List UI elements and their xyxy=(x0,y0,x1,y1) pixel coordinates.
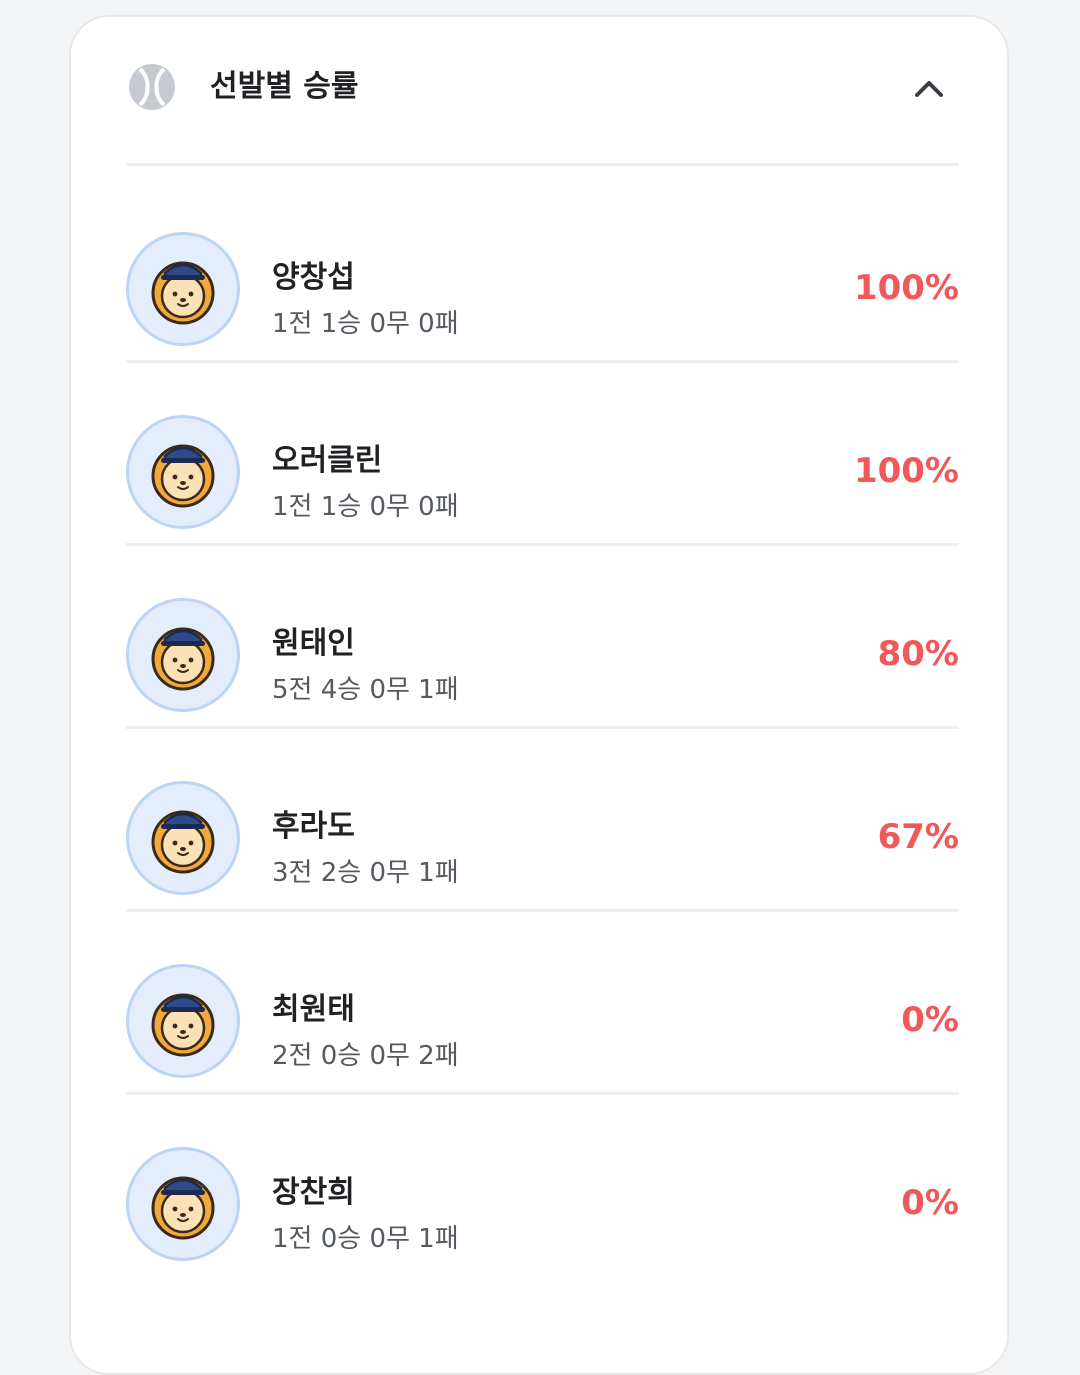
win-rate: 67% xyxy=(877,817,959,857)
lion-mascot-icon xyxy=(151,993,215,1057)
lion-mascot-icon xyxy=(151,627,215,691)
pitcher-name: 오러클린 xyxy=(272,443,383,478)
pitcher-record: 3전 2승 0무 1패 xyxy=(272,858,459,888)
lion-mascot-icon xyxy=(151,444,215,508)
avatar xyxy=(126,781,240,895)
pitcher-row[interactable]: 최원태 2전 0승 0무 2패 0% xyxy=(126,912,959,1095)
pitcher-list: 양창섭 1전 1승 0무 0패 100% 오러클린 1전 1승 0무 0패 10… xyxy=(126,180,959,1275)
pitcher-row[interactable]: 원태인 5전 4승 0무 1패 80% xyxy=(126,546,959,729)
pitcher-name: 장찬희 xyxy=(272,1175,355,1210)
lion-mascot-icon xyxy=(151,261,215,325)
chevron-up-icon xyxy=(915,81,943,97)
win-rate: 80% xyxy=(877,634,959,674)
win-rate: 100% xyxy=(853,268,959,308)
avatar xyxy=(126,415,240,529)
lion-mascot-icon xyxy=(151,810,215,874)
pitcher-row[interactable]: 후라도 3전 2승 0무 1패 67% xyxy=(126,729,959,912)
avatar xyxy=(126,232,240,346)
avatar xyxy=(126,1147,240,1261)
win-rate: 0% xyxy=(901,1000,959,1040)
card-title: 선발별 승률 xyxy=(210,69,359,104)
pitcher-name: 최원태 xyxy=(272,992,355,1027)
pitcher-name: 원태인 xyxy=(272,626,355,661)
pitcher-record: 1전 1승 0무 0패 xyxy=(272,309,459,339)
avatar xyxy=(126,964,240,1078)
card-header[interactable]: 선발별 승률 xyxy=(126,17,959,166)
pitcher-record: 1전 0승 0무 1패 xyxy=(272,1224,459,1254)
pitcher-row[interactable]: 오러클린 1전 1승 0무 0패 100% xyxy=(126,363,959,546)
baseball-icon xyxy=(129,64,175,110)
avatar xyxy=(126,598,240,712)
pitcher-record: 5전 4승 0무 1패 xyxy=(272,675,459,705)
pitcher-row[interactable]: 양창섭 1전 1승 0무 0패 100% xyxy=(126,180,959,363)
win-rate: 0% xyxy=(901,1183,959,1223)
pitcher-name: 양창섭 xyxy=(272,260,355,295)
collapse-button[interactable] xyxy=(909,71,949,107)
win-rate: 100% xyxy=(853,451,959,491)
pitcher-name: 후라도 xyxy=(272,809,355,844)
lion-mascot-icon xyxy=(151,1176,215,1240)
starter-win-rate-card: 선발별 승률 양창섭 1전 1승 0무 0패 100% 오러클린 1전 1승 0… xyxy=(69,15,1009,1375)
pitcher-record: 2전 0승 0무 2패 xyxy=(272,1041,459,1071)
pitcher-row[interactable]: 장찬희 1전 0승 0무 1패 0% xyxy=(126,1095,959,1275)
pitcher-record: 1전 1승 0무 0패 xyxy=(272,492,459,522)
